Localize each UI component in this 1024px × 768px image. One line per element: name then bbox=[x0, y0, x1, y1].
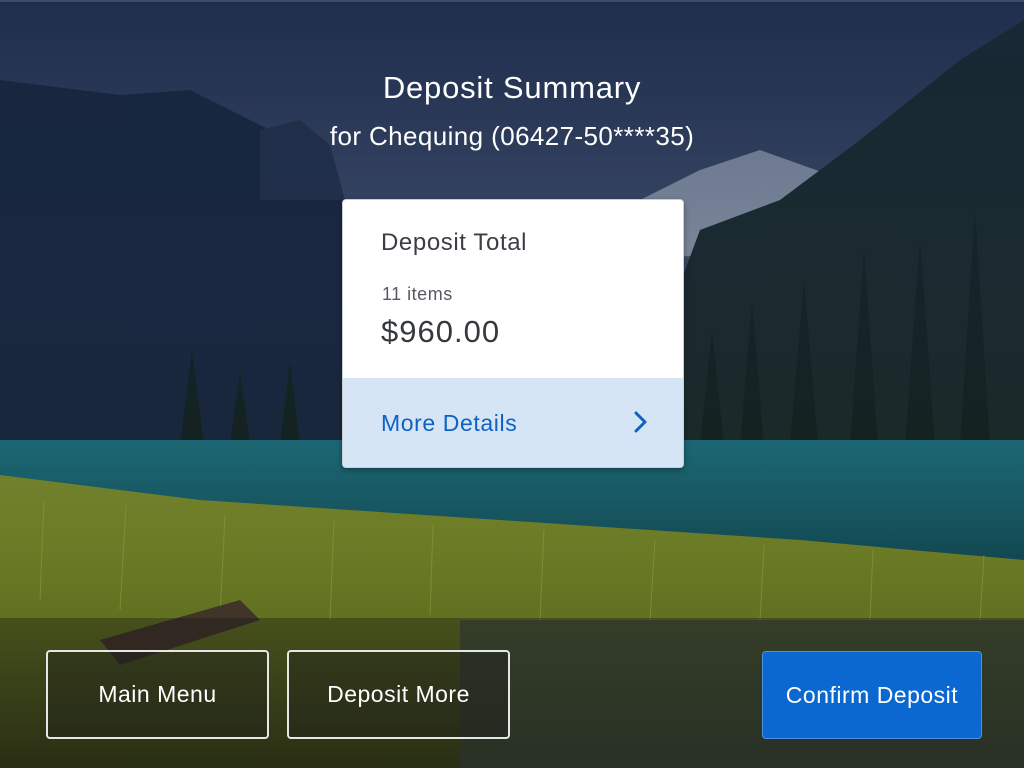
main-menu-button[interactable]: Main Menu bbox=[46, 650, 269, 739]
account-subtitle: for Chequing (06427-50****35) bbox=[329, 121, 695, 151]
page-title: Deposit Summary bbox=[382, 70, 642, 105]
chevron-right-icon bbox=[634, 411, 647, 433]
deposit-amount: $960.00 bbox=[381, 314, 501, 349]
confirm-deposit-button[interactable]: Confirm Deposit bbox=[762, 651, 982, 739]
deposit-more-button[interactable]: Deposit More bbox=[287, 650, 510, 739]
item-count: 11 items bbox=[382, 284, 453, 304]
deposit-total-heading: Deposit Total bbox=[381, 229, 528, 256]
deposit-summary-card: Deposit Total 11 items $960.00 More Deta… bbox=[342, 199, 684, 468]
top-divider bbox=[0, 0, 1024, 2]
more-details-button[interactable]: More Details bbox=[343, 378, 683, 467]
more-details-label: More Details bbox=[381, 410, 518, 436]
